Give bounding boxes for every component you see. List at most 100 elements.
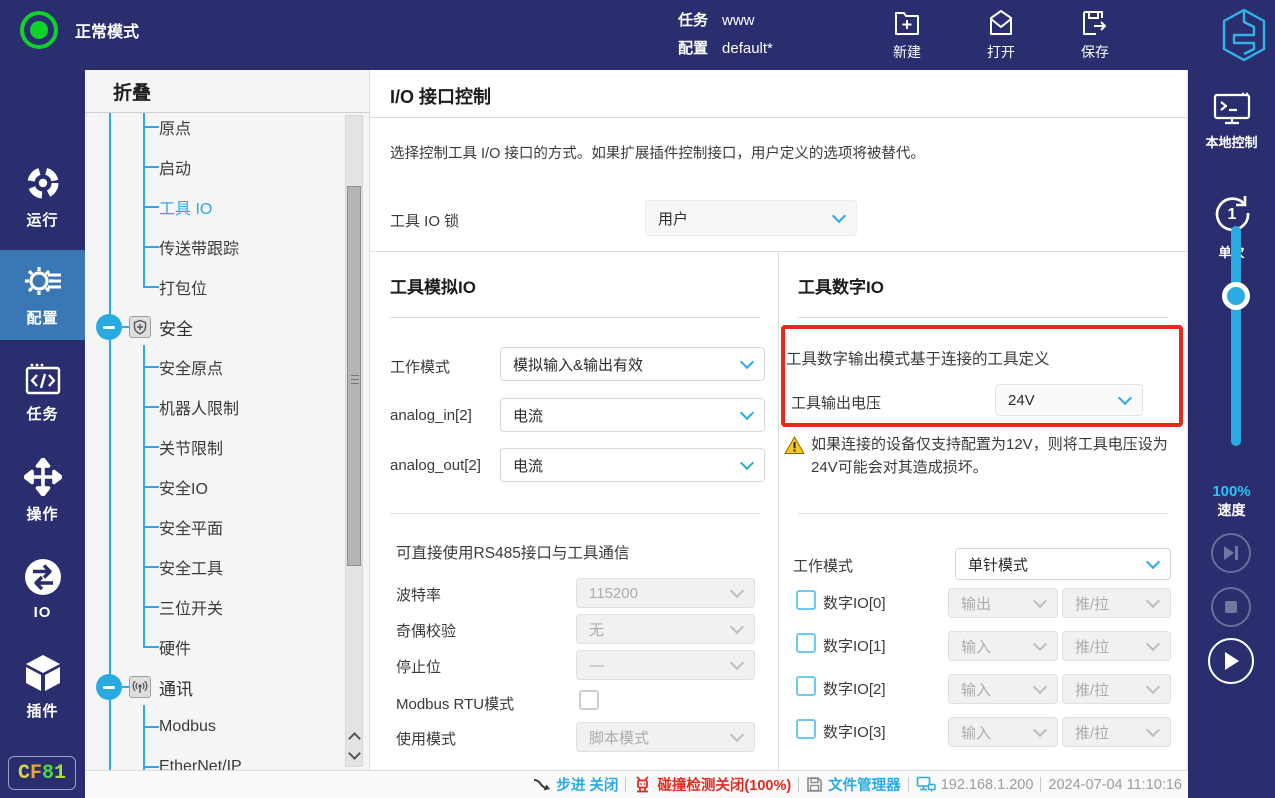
config-value: default* bbox=[722, 40, 773, 57]
usage-mode-label: 使用模式 bbox=[396, 731, 457, 748]
config-gear-icon bbox=[24, 267, 61, 295]
chevron-down-icon bbox=[1117, 390, 1133, 406]
nav-item-task[interactable]: 任务 bbox=[0, 348, 85, 438]
save-icon bbox=[1083, 11, 1106, 35]
tree-item-safety-io[interactable]: 安全IO bbox=[159, 475, 208, 499]
digital-io-0-checkbox[interactable] bbox=[796, 590, 816, 610]
rs485-note: 可直接使用RS485接口与工具通信 bbox=[396, 545, 630, 562]
step-button[interactable] bbox=[1211, 533, 1251, 573]
page-title: I/O 接口控制 bbox=[390, 87, 492, 107]
digital-work-mode-select[interactable]: 单针模式 bbox=[955, 548, 1171, 580]
tree-scrollbar[interactable] bbox=[345, 115, 363, 767]
digital-work-mode-label: 工作模式 bbox=[793, 558, 854, 575]
save-button[interactable]: 保存 bbox=[1066, 8, 1124, 62]
new-button[interactable]: 新建 bbox=[878, 8, 936, 62]
scrollbar-thumb[interactable] bbox=[347, 186, 361, 566]
tree-item-three-pos-switch[interactable]: 三位开关 bbox=[159, 595, 223, 619]
task-code-icon bbox=[25, 363, 60, 395]
file-manager-icon bbox=[807, 777, 822, 792]
speed-slider-knob[interactable] bbox=[1222, 282, 1250, 310]
tree-item-tool-io[interactable]: 工具 IO bbox=[159, 195, 212, 219]
tree-line-group2 bbox=[143, 345, 145, 647]
tree-node-communication[interactable]: 通讯 bbox=[96, 673, 193, 701]
stop-button[interactable] bbox=[1211, 587, 1251, 627]
collision-status[interactable]: 碰撞检测关闭(100%) bbox=[633, 774, 791, 795]
tree-line-root bbox=[109, 113, 111, 770]
tree-collapse-header[interactable]: 折叠 bbox=[85, 70, 369, 113]
io-control-panel: I/O 接口控制 选择控制工具 I/O 接口的方式。如果扩展插件控制接口，用户定… bbox=[370, 70, 1188, 770]
scroll-up-button[interactable] bbox=[347, 728, 361, 745]
digital-io-title: 工具数字IO bbox=[798, 278, 884, 297]
chevron-down-icon bbox=[1032, 679, 1048, 695]
speed-slider-track[interactable] bbox=[1231, 226, 1241, 446]
tool-io-lock-select[interactable]: 用户 bbox=[645, 200, 857, 236]
collision-robot-icon bbox=[636, 776, 650, 793]
chevron-down-icon bbox=[1032, 593, 1048, 609]
digital-io-1-drive-select: 推/拉 bbox=[1062, 631, 1171, 661]
voltage-warning-text: 如果连接的设备仅支持配置为12V，则将工具电压设为24V可能会对其造成损坏。 bbox=[811, 436, 1168, 476]
tree-item-origin[interactable]: 原点 bbox=[159, 115, 191, 139]
digital-io-2-checkbox[interactable] bbox=[796, 676, 816, 696]
nav-item-io[interactable]: IO bbox=[0, 544, 85, 634]
tree-item-joint-limits[interactable]: 关节限制 bbox=[159, 435, 223, 459]
stop-bits-label: 停止位 bbox=[396, 659, 442, 676]
tree-item-hardware[interactable]: 硬件 bbox=[159, 635, 191, 659]
tree-item-safety-home[interactable]: 安全原点 bbox=[159, 355, 223, 379]
move-arrows-icon bbox=[23, 458, 62, 496]
datetime-display: 2024-07-04 11:10:16 bbox=[1048, 776, 1182, 793]
analog-work-mode-label: 工作模式 bbox=[390, 359, 451, 376]
tree-item-pack-pos[interactable]: 打包位 bbox=[159, 275, 207, 299]
digital-io-1-direction-select: 输入 bbox=[948, 631, 1058, 661]
tree-item-startup[interactable]: 启动 bbox=[159, 155, 191, 179]
digital-io-1-checkbox[interactable] bbox=[796, 633, 816, 653]
tree-item-modbus[interactable]: Modbus bbox=[159, 715, 216, 739]
digital-output-note: 工具数字输出模式基于连接的工具定义 bbox=[786, 351, 1050, 368]
nav-item-run[interactable]: 运行 bbox=[0, 152, 85, 242]
digital-io-2-drive-select: 推/拉 bbox=[1062, 674, 1171, 704]
baud-label: 波特率 bbox=[396, 587, 442, 604]
local-control-button[interactable]: 本地控制 bbox=[1188, 92, 1275, 151]
play-icon bbox=[1225, 652, 1239, 670]
digital-io-3-direction-select: 输入 bbox=[948, 717, 1058, 747]
chevron-down-icon bbox=[739, 405, 755, 421]
tool-voltage-select[interactable]: 24V bbox=[995, 384, 1143, 416]
nav-item-operate[interactable]: 操作 bbox=[0, 446, 85, 536]
nav-item-config[interactable]: 配置 bbox=[0, 250, 85, 340]
page-description: 选择控制工具 I/O 接口的方式。如果扩展插件控制接口，用户定义的选项将被替代。 bbox=[390, 146, 925, 162]
task-value: www bbox=[722, 12, 755, 29]
analog-out-select[interactable]: 电流 bbox=[500, 448, 765, 482]
cf-status-badge: CF81 bbox=[8, 756, 76, 790]
tree-line-group1 bbox=[143, 113, 145, 287]
tree-item-conveyor[interactable]: 传送带跟踪 bbox=[159, 235, 239, 259]
step-status[interactable]: 步进 关闭 bbox=[533, 774, 618, 795]
shield-plus-icon bbox=[129, 316, 151, 338]
chevron-up-icon bbox=[347, 731, 361, 745]
analog-in-select[interactable]: 电流 bbox=[500, 398, 765, 432]
modbus-rtu-checkbox[interactable] bbox=[579, 690, 599, 710]
chevron-down-icon bbox=[1032, 722, 1048, 738]
file-actions: 新建 打开 保存 bbox=[878, 8, 1124, 62]
file-manager-button[interactable]: 文件管理器 bbox=[806, 774, 901, 795]
chevron-down-icon bbox=[1145, 636, 1161, 652]
nav-item-plugin[interactable]: 插件 bbox=[0, 642, 85, 732]
analog-in-label: analog_in[2] bbox=[390, 407, 472, 424]
analog-work-mode-select[interactable]: 模拟输入&输出有效 bbox=[500, 347, 765, 381]
right-control-bar: 本地控制 1 单次 100% 速度 bbox=[1188, 70, 1275, 798]
collapse-minus-icon[interactable] bbox=[96, 314, 122, 340]
digital-io-3-checkbox[interactable] bbox=[796, 719, 816, 739]
tree-item-robot-limits[interactable]: 机器人限制 bbox=[159, 395, 239, 419]
tree-node-safety[interactable]: 安全 bbox=[96, 313, 193, 341]
scroll-down-button[interactable] bbox=[347, 746, 361, 763]
tree-line-group3 bbox=[143, 705, 145, 770]
open-button[interactable]: 打开 bbox=[972, 8, 1030, 62]
chevron-down-icon bbox=[1145, 593, 1161, 609]
play-button[interactable] bbox=[1208, 638, 1254, 684]
chevron-down-icon bbox=[729, 583, 745, 599]
step-arrow-icon bbox=[534, 778, 551, 790]
tree-item-safety-tool[interactable]: 安全工具 bbox=[159, 555, 223, 579]
digital-io-0-direction-select: 输出 bbox=[948, 588, 1058, 618]
tree-item-safety-plane[interactable]: 安全平面 bbox=[159, 515, 223, 539]
network-status[interactable]: 192.168.1.200 bbox=[916, 776, 1033, 793]
tree-item-ethernet-ip[interactable]: EtherNet/IP bbox=[159, 755, 242, 770]
collapse-minus-icon[interactable] bbox=[96, 674, 122, 700]
